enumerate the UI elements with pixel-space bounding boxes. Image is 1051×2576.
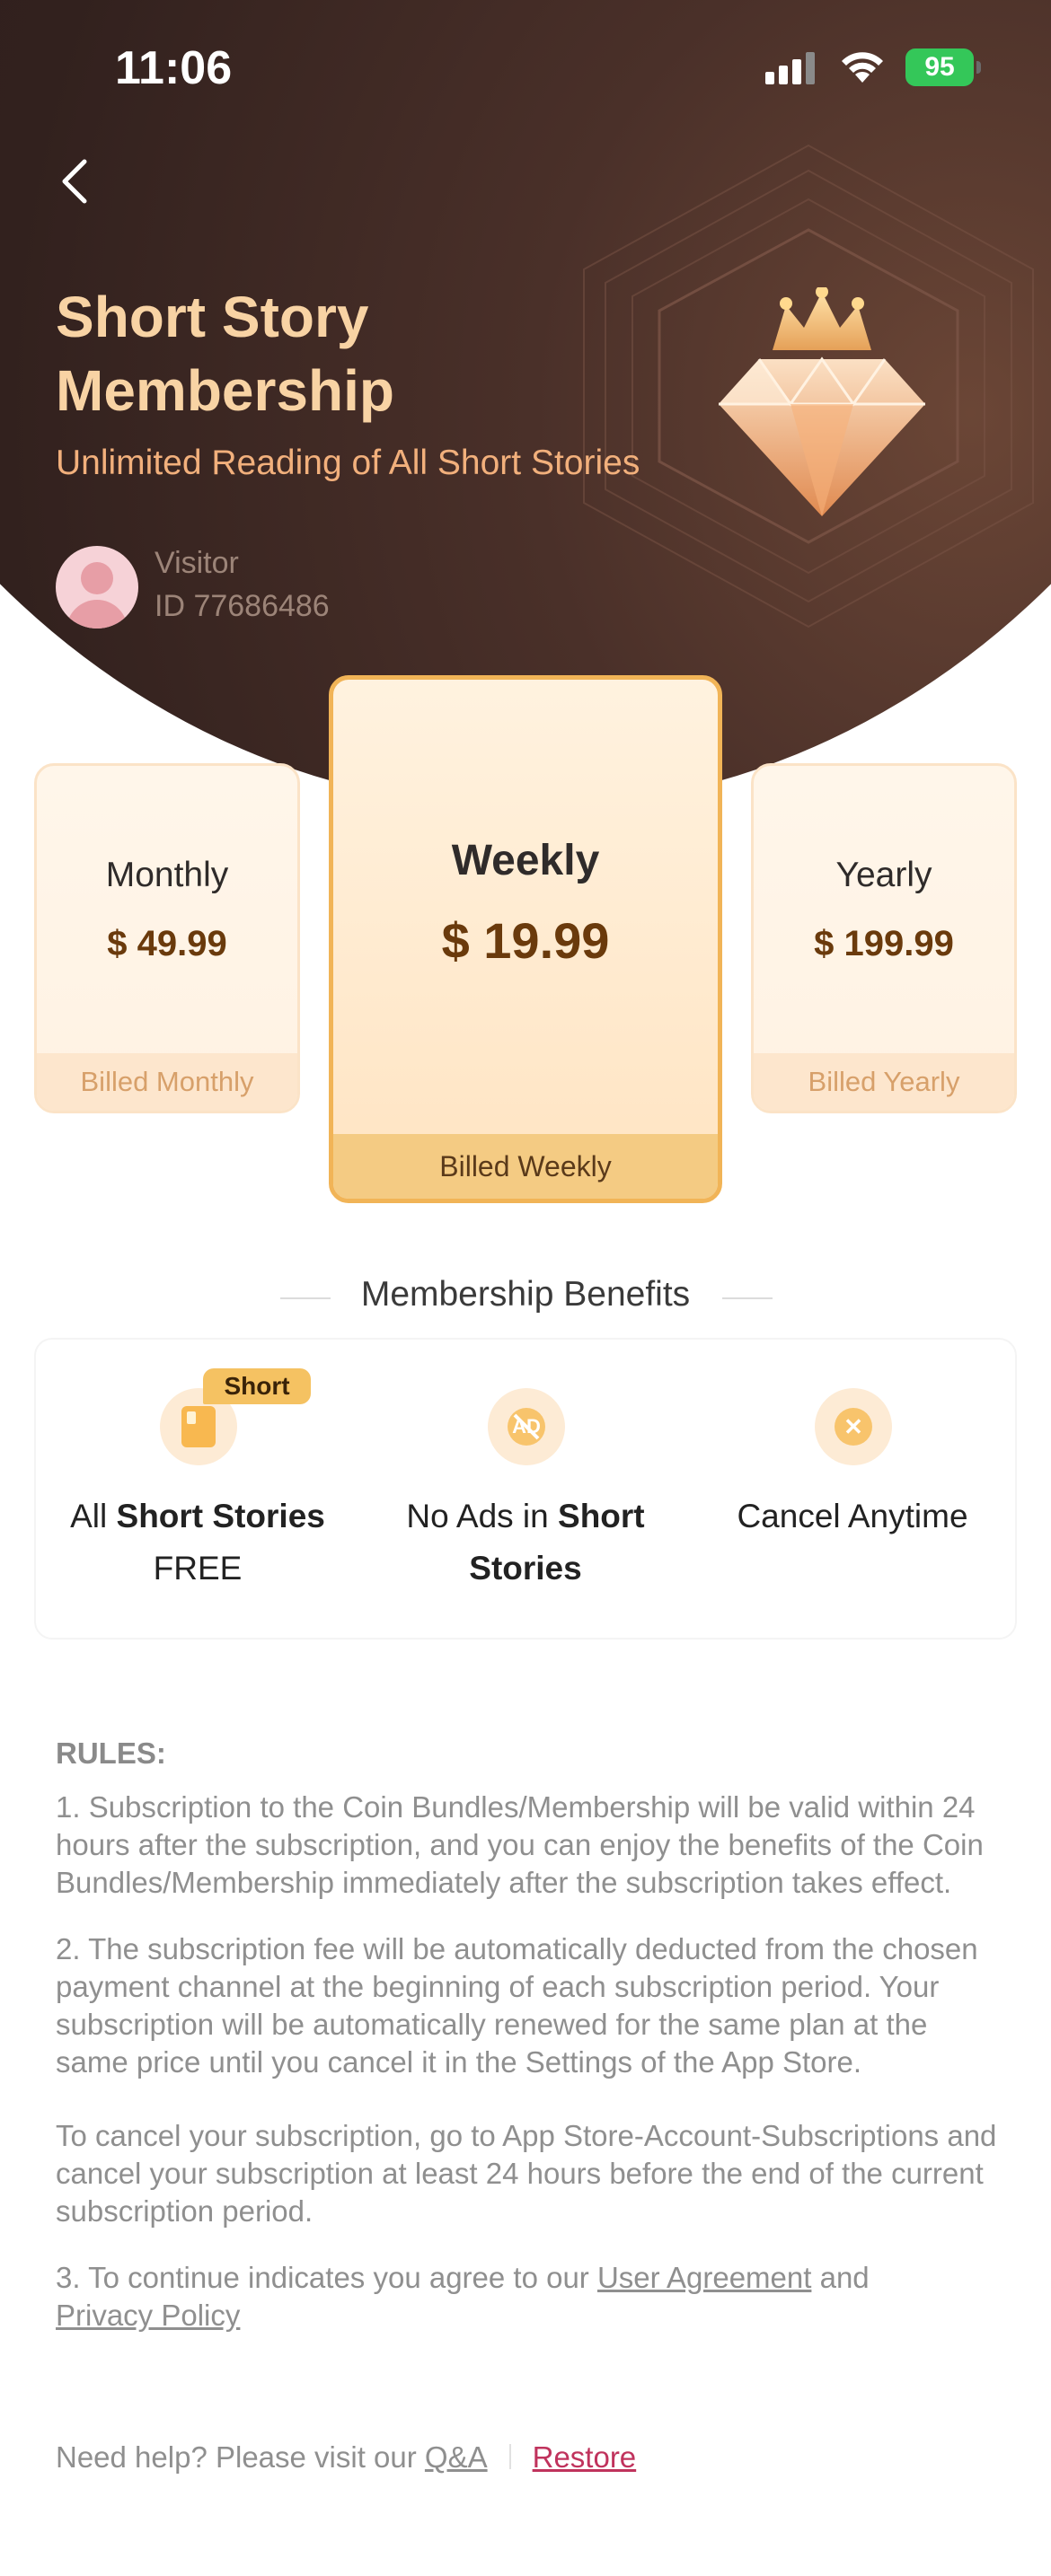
plan-billing: Billed Weekly	[333, 1134, 718, 1199]
restore-link[interactable]: Restore	[533, 2440, 637, 2474]
back-chevron-icon[interactable]	[54, 154, 99, 208]
benefit-cancel-anytime: ✕ Cancel Anytime	[691, 1340, 1014, 1641]
plan-billing: Billed Monthly	[37, 1053, 297, 1111]
cellular-signal-icon	[765, 52, 815, 84]
avatar	[56, 546, 138, 629]
benefit-label: All Short Stories FREE	[70, 1498, 325, 1587]
no-ads-icon: AD	[488, 1388, 565, 1465]
qa-link[interactable]: Q&A	[425, 2440, 488, 2474]
plan-price: $ 49.99	[107, 924, 227, 963]
wifi-icon	[842, 52, 883, 83]
rules-heading: RULES:	[56, 1736, 166, 1770]
battery-icon: 95	[905, 48, 974, 86]
diamond-crown-icon	[719, 287, 925, 516]
plan-card-monthly[interactable]: Monthly $ 49.99 Billed Monthly	[34, 763, 300, 1113]
user-id: ID 77686486	[155, 589, 330, 623]
user-name: Visitor	[155, 546, 239, 580]
page-title: Short Story Membership	[56, 285, 394, 423]
plan-price: $ 199.99	[814, 924, 954, 963]
benefit-label: No Ads in Short Stories	[406, 1498, 645, 1587]
status-bar: 11:06 95	[0, 0, 1051, 135]
cancel-icon: ✕	[815, 1388, 892, 1465]
benefits-card: All Short Stories FREE AD No Ads in Shor…	[34, 1338, 1017, 1640]
plan-name: Monthly	[105, 856, 229, 894]
rule-3: 3. To continue indicates you agree to ou…	[56, 2261, 870, 2332]
benefit-all-short-stories: All Short Stories FREE	[36, 1340, 359, 1641]
plan-name: Yearly	[835, 856, 932, 894]
status-time: 11:06	[115, 42, 233, 94]
plan-billing: Billed Yearly	[754, 1053, 1014, 1111]
benefit-no-ads: AD No Ads in Short Stories	[364, 1340, 687, 1641]
rule-1: 1. Subscription to the Coin Bundles/Memb…	[56, 1790, 984, 1899]
rules-section: RULES: 1. Subscription to the Coin Bundl…	[56, 1735, 999, 2363]
benefit-label: Cancel Anytime	[737, 1498, 968, 1534]
rule-cancel: To cancel your subscription, go to App S…	[56, 2119, 997, 2228]
plan-card-weekly[interactable]: Weekly $ 19.99 Billed Weekly	[329, 675, 722, 1203]
rule-2: 2. The subscription fee will be automati…	[56, 1932, 978, 2079]
plan-price: $ 19.99	[441, 912, 610, 969]
help-row: Need help? Please visit our Q&A Restore	[56, 2440, 637, 2474]
benefits-divider-right	[722, 1297, 773, 1299]
benefits-title: Membership Benefits	[360, 1275, 691, 1314]
plan-name: Weekly	[451, 837, 600, 884]
battery-cap	[976, 61, 981, 74]
short-tag-badge: Short	[203, 1368, 311, 1404]
divider	[508, 2444, 511, 2469]
plan-card-yearly[interactable]: Yearly $ 199.99 Billed Yearly	[751, 763, 1017, 1113]
user-agreement-link[interactable]: User Agreement	[597, 2261, 811, 2294]
page-subtitle: Unlimited Reading of All Short Stories	[56, 444, 640, 482]
privacy-policy-link[interactable]: Privacy Policy	[56, 2299, 240, 2332]
